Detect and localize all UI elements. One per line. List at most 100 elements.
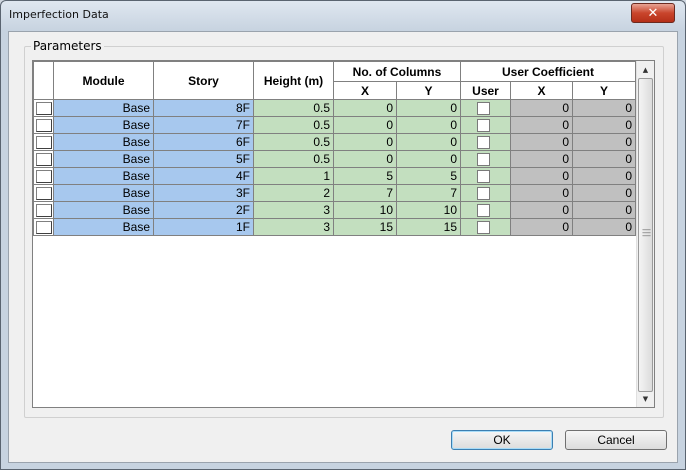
cell-columns-y[interactable]: 5	[396, 167, 461, 185]
row-selector[interactable]	[36, 220, 52, 234]
header-columns-x[interactable]: X	[333, 81, 397, 100]
cell-columns-y[interactable]: 15	[396, 218, 461, 236]
cell-columns-y[interactable]: 0	[396, 99, 461, 117]
cell-user[interactable]	[460, 201, 511, 219]
row-selector[interactable]	[36, 169, 52, 183]
cell-story[interactable]: 1F	[153, 218, 254, 236]
ok-button[interactable]: OK	[451, 430, 553, 450]
cell-height[interactable]: 1	[253, 167, 334, 185]
cell-columns-x[interactable]: 15	[333, 218, 397, 236]
cell-height[interactable]: 3	[253, 218, 334, 236]
header-columns-y[interactable]: Y	[396, 81, 461, 100]
cell-columns-y[interactable]: 0	[396, 116, 461, 134]
row-header[interactable]	[33, 150, 54, 168]
row-header[interactable]	[33, 184, 54, 202]
cell-user[interactable]	[460, 150, 511, 168]
cell-module[interactable]: Base	[53, 201, 154, 219]
header-coeff-x[interactable]: X	[510, 81, 573, 100]
table-row[interactable]: Base 1F 3 15 15 0 0	[33, 218, 636, 236]
header-user[interactable]: User	[460, 81, 511, 100]
user-checkbox[interactable]	[477, 187, 490, 201]
row-selector[interactable]	[36, 101, 52, 115]
cell-columns-x[interactable]: 10	[333, 201, 397, 219]
vertical-scrollbar[interactable]: ▲ — — — ▼	[636, 61, 654, 407]
cell-height[interactable]: 0.5	[253, 99, 334, 117]
row-header[interactable]	[33, 201, 54, 219]
imperfection-grid[interactable]: Module Story Height (m) No. of Columns U…	[32, 60, 655, 408]
cell-user[interactable]	[460, 184, 511, 202]
user-checkbox[interactable]	[477, 170, 490, 184]
row-selector[interactable]	[36, 118, 52, 132]
cell-user[interactable]	[460, 116, 511, 134]
table-row[interactable]: Base 7F 0.5 0 0 0 0	[33, 116, 636, 134]
table-row[interactable]: Base 2F 3 10 10 0 0	[33, 201, 636, 219]
cell-columns-x[interactable]: 0	[333, 99, 397, 117]
row-header[interactable]	[33, 167, 54, 185]
row-selector[interactable]	[36, 186, 52, 200]
cell-columns-x[interactable]: 0	[333, 133, 397, 151]
cell-story[interactable]: 2F	[153, 201, 254, 219]
user-checkbox[interactable]	[477, 221, 490, 235]
scroll-up-arrow-icon[interactable]: ▲	[637, 61, 654, 78]
cell-coeff-y: 0	[572, 133, 636, 151]
cell-coeff-x: 0	[510, 99, 573, 117]
row-selector[interactable]	[36, 135, 52, 149]
cell-story[interactable]: 3F	[153, 184, 254, 202]
cell-columns-y[interactable]: 0	[396, 150, 461, 168]
row-header[interactable]	[33, 133, 54, 151]
cell-columns-y[interactable]: 10	[396, 201, 461, 219]
row-header[interactable]	[33, 116, 54, 134]
table-row[interactable]: Base 3F 2 7 7 0 0	[33, 184, 636, 202]
cell-height[interactable]: 0.5	[253, 116, 334, 134]
cell-module[interactable]: Base	[53, 184, 154, 202]
cell-height[interactable]: 0.5	[253, 133, 334, 151]
row-header[interactable]	[33, 218, 54, 236]
cell-user[interactable]	[460, 133, 511, 151]
cell-height[interactable]: 3	[253, 201, 334, 219]
cell-module[interactable]: Base	[53, 218, 154, 236]
header-story[interactable]: Story	[153, 61, 254, 100]
scrollbar-grip-icon: — — —	[642, 225, 651, 241]
cell-story[interactable]: 4F	[153, 167, 254, 185]
cell-columns-y[interactable]: 0	[396, 133, 461, 151]
user-checkbox[interactable]	[477, 153, 490, 167]
cancel-button[interactable]: Cancel	[565, 430, 667, 450]
cell-height[interactable]: 0.5	[253, 150, 334, 168]
header-module[interactable]: Module	[53, 61, 154, 100]
title-bar[interactable]: Imperfection Data ✕	[1, 1, 685, 31]
cell-height[interactable]: 2	[253, 184, 334, 202]
user-checkbox[interactable]	[477, 136, 490, 150]
user-checkbox[interactable]	[477, 119, 490, 133]
row-header[interactable]	[33, 99, 54, 117]
cell-user[interactable]	[460, 99, 511, 117]
user-checkbox[interactable]	[477, 204, 490, 218]
cell-columns-x[interactable]: 7	[333, 184, 397, 202]
cell-user[interactable]	[460, 167, 511, 185]
header-height[interactable]: Height (m)	[253, 61, 334, 100]
cell-module[interactable]: Base	[53, 133, 154, 151]
cell-user[interactable]	[460, 218, 511, 236]
table-row[interactable]: Base 4F 1 5 5 0 0	[33, 167, 636, 185]
cell-columns-y[interactable]: 7	[396, 184, 461, 202]
close-button[interactable]: ✕	[631, 3, 675, 23]
table-row[interactable]: Base 5F 0.5 0 0 0 0	[33, 150, 636, 168]
header-coeff-y[interactable]: Y	[572, 81, 636, 100]
row-selector[interactable]	[36, 152, 52, 166]
cell-story[interactable]: 6F	[153, 133, 254, 151]
cell-story[interactable]: 8F	[153, 99, 254, 117]
table-row[interactable]: Base 8F 0.5 0 0 0 0	[33, 99, 636, 117]
table-row[interactable]: Base 6F 0.5 0 0 0 0	[33, 133, 636, 151]
cell-module[interactable]: Base	[53, 167, 154, 185]
cell-story[interactable]: 7F	[153, 116, 254, 134]
cell-columns-x[interactable]: 0	[333, 116, 397, 134]
scrollbar-thumb[interactable]: — — —	[638, 78, 653, 392]
cell-module[interactable]: Base	[53, 150, 154, 168]
cell-story[interactable]: 5F	[153, 150, 254, 168]
cell-module[interactable]: Base	[53, 99, 154, 117]
cell-columns-x[interactable]: 5	[333, 167, 397, 185]
cell-columns-x[interactable]: 0	[333, 150, 397, 168]
scroll-down-arrow-icon[interactable]: ▼	[637, 390, 654, 407]
cell-module[interactable]: Base	[53, 116, 154, 134]
row-selector[interactable]	[36, 203, 52, 217]
user-checkbox[interactable]	[477, 102, 490, 116]
